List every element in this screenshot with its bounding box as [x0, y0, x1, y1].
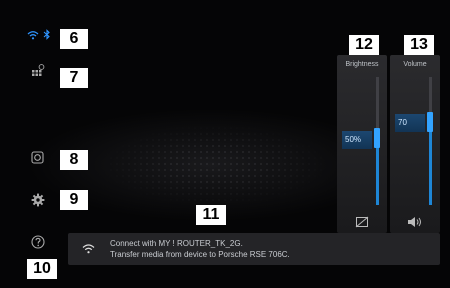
volume-value: 70	[395, 114, 425, 132]
screen-off-icon[interactable]	[337, 216, 387, 228]
badge-7: 7	[60, 68, 88, 88]
brightness-title: Brightness	[345, 61, 379, 68]
badge-13: 13	[404, 35, 434, 55]
notification-bar[interactable]: Connect with MY ! ROUTER_TK_2G. Transfer…	[68, 233, 440, 265]
volume-panel: Volume 70	[390, 55, 440, 233]
badge-8: 8	[60, 150, 88, 170]
badge-9: 9	[60, 190, 88, 210]
brightness-thumb[interactable]	[374, 128, 380, 148]
help-icon[interactable]	[31, 235, 45, 249]
badge-6: 6	[60, 29, 88, 49]
badge-12: 12	[349, 35, 379, 55]
media-source-icon[interactable]	[31, 151, 44, 164]
notification-text: Connect with MY ! ROUTER_TK_2G. Transfer…	[110, 238, 290, 260]
screen: 6 7 8 9 10 11 12 Brightness 50% 13 Volum…	[0, 0, 450, 288]
volume-title: Volume	[403, 61, 427, 68]
bluetooth-icon	[43, 29, 51, 40]
apps-grid-icon[interactable]	[31, 64, 45, 78]
wifi-status-icon	[27, 30, 39, 40]
brightness-value: 50%	[342, 131, 372, 149]
brightness-panel: Brightness 50%	[337, 55, 387, 233]
volume-thumb[interactable]	[427, 112, 433, 132]
notification-line-1: Connect with MY ! ROUTER_TK_2G.	[110, 239, 243, 248]
badge-10: 10	[27, 259, 57, 279]
badge-11: 11	[196, 205, 226, 225]
wifi-icon	[82, 243, 95, 254]
speaker-icon[interactable]	[390, 216, 440, 228]
brightness-fill	[376, 141, 379, 205]
notification-line-2: Transfer media from device to Porsche RS…	[110, 250, 290, 259]
gear-icon[interactable]	[31, 193, 45, 207]
